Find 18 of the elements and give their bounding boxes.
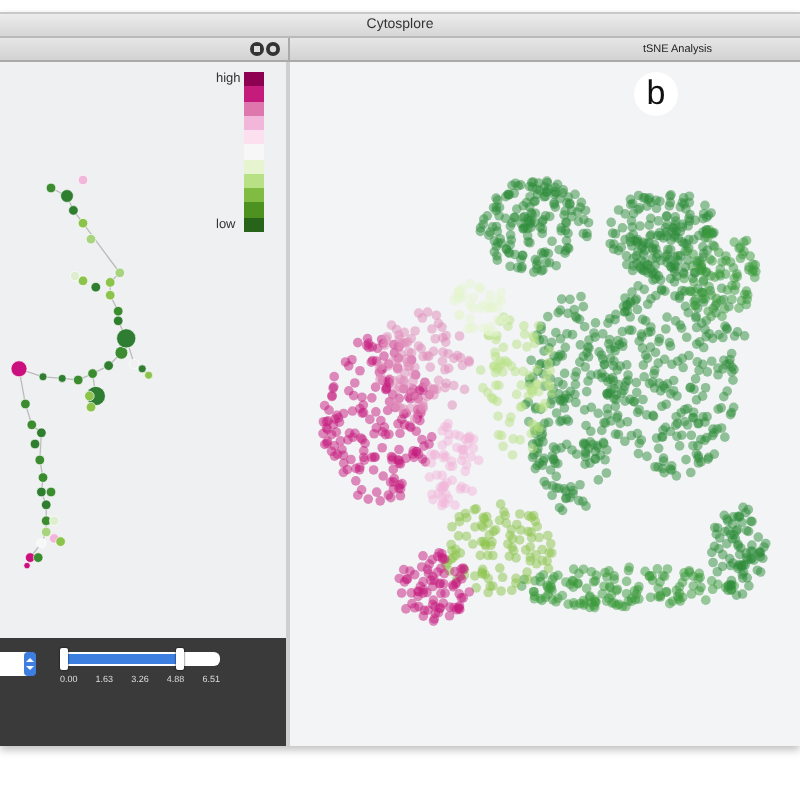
panel-badge: b	[634, 72, 678, 116]
stepper-icon	[24, 652, 36, 676]
range-slider-track[interactable]	[60, 652, 220, 666]
graph-node	[87, 368, 98, 379]
dropdown[interactable]	[0, 652, 36, 676]
graph-node	[37, 472, 49, 483]
graph-node	[10, 360, 28, 378]
slider-handle[interactable]	[176, 648, 184, 670]
graph-node	[77, 174, 89, 186]
graph-node	[34, 454, 45, 466]
graph-node	[38, 372, 48, 382]
graph-node	[20, 398, 31, 410]
slider-handle[interactable]	[60, 648, 68, 670]
graph-node	[85, 234, 97, 245]
float-icon[interactable]	[266, 42, 280, 56]
graph-node	[45, 182, 57, 194]
close-icon[interactable]	[250, 42, 264, 56]
graph-node	[57, 374, 67, 383]
